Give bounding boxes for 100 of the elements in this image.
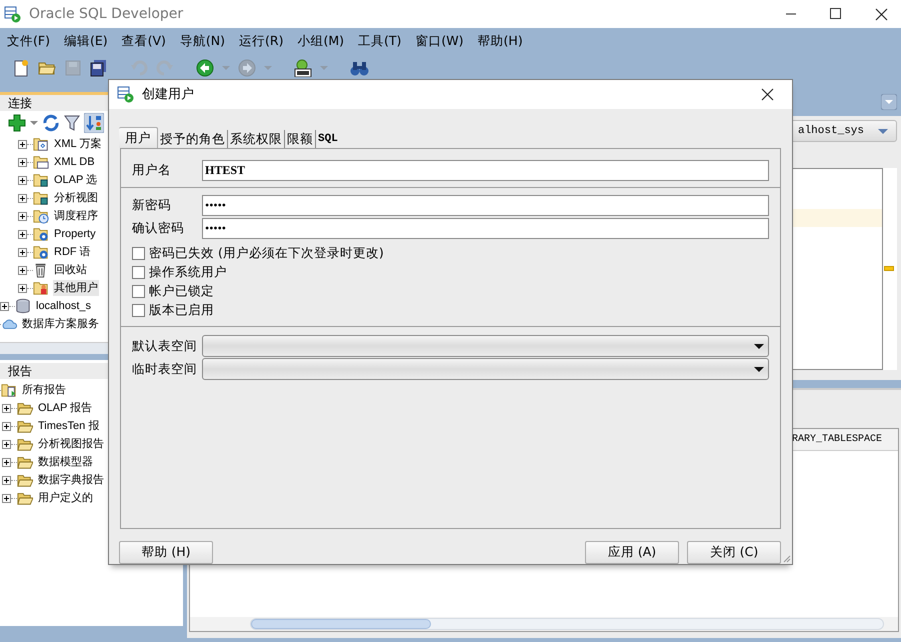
save-all-icon (90, 58, 108, 76)
tab[interactable]: SQL (315, 130, 340, 148)
menu-item[interactable]: 导航(N) (172, 32, 232, 51)
input-field[interactable]: HTEST (202, 160, 769, 180)
tree-item[interactable]: XML 万案 (53, 136, 102, 152)
caret-icon (754, 366, 764, 372)
tree-item[interactable]: 数据模型器 (37, 454, 94, 470)
tree-item[interactable]: localhost_s (35, 298, 92, 314)
dialog-button[interactable]: 关闭 (C) (687, 541, 781, 564)
menu-item[interactable]: 窗口(W) (408, 32, 471, 51)
add-icon[interactable] (8, 114, 26, 132)
expand-icon[interactable] (2, 440, 11, 448)
back-button[interactable] (194, 56, 216, 78)
caret-icon[interactable] (30, 121, 38, 125)
folder-icon (17, 418, 33, 434)
expand-icon[interactable] (18, 212, 27, 220)
menu-item[interactable]: 运行(R) (232, 32, 290, 51)
dropdown-field[interactable] (202, 335, 769, 357)
tree-item[interactable]: 数据字典报告 (37, 472, 105, 488)
tree-item[interactable]: OLAP 报告 (37, 400, 94, 416)
caret-icon (264, 66, 272, 70)
tree-item[interactable]: 数据库方案服务 (21, 316, 100, 332)
dropdown-field[interactable] (202, 358, 769, 380)
back-icon (196, 58, 214, 76)
tree-item[interactable]: TimesTen 报 (37, 418, 100, 434)
expand-icon[interactable] (18, 140, 27, 148)
expand-icon[interactable] (2, 404, 11, 412)
expand-icon[interactable] (2, 458, 11, 466)
folder-icon (33, 154, 49, 170)
folder-icon (33, 244, 49, 260)
tab[interactable]: 用户 (119, 127, 158, 148)
sql-worksheet-icon (293, 58, 313, 76)
schema-browser-icon[interactable] (84, 113, 104, 133)
password-field[interactable]: ••••• (202, 194, 769, 216)
scrollbar-thumb[interactable] (251, 619, 431, 629)
folder-icon (33, 226, 49, 242)
menu-item[interactable]: 文件(F) (0, 32, 57, 51)
sql-worksheet-button[interactable] (292, 56, 314, 78)
caret-icon (878, 128, 888, 134)
checkbox[interactable] (132, 266, 145, 279)
tab-list-icon[interactable] (881, 94, 897, 110)
menu-item[interactable]: 编辑(E) (56, 32, 115, 51)
caret-icon (754, 344, 764, 348)
tree-item[interactable]: 分析视图报告 (37, 436, 105, 452)
folder-icon (33, 136, 49, 152)
checkbox[interactable] (132, 304, 145, 317)
expand-icon[interactable] (2, 494, 11, 502)
caret-icon (320, 66, 328, 70)
expand-icon[interactable] (18, 266, 27, 274)
folder-icon (33, 190, 49, 206)
close-icon (760, 87, 775, 102)
resize-grip-icon[interactable] (783, 555, 791, 563)
checkbox[interactable] (132, 285, 145, 298)
tree-item[interactable]: 其他用户 (53, 280, 99, 296)
checkbox-label[interactable]: 操作系统用户 (149, 263, 227, 282)
checkbox-label[interactable]: 版本已启用 (149, 301, 214, 320)
expand-icon[interactable] (18, 230, 27, 238)
tree-item[interactable]: RDF 语 (53, 244, 92, 260)
password-field[interactable]: ••••• (202, 218, 769, 238)
expand-icon[interactable] (18, 284, 27, 292)
folder-icon (17, 400, 33, 416)
tree-item[interactable]: Property (53, 226, 97, 242)
menu-item[interactable]: 小组(M) (290, 32, 352, 51)
filter-icon[interactable] (64, 114, 80, 132)
tab[interactable]: 限额 (284, 130, 315, 148)
checkbox[interactable] (132, 247, 145, 260)
app-logo-icon (4, 6, 21, 22)
tree-item[interactable]: 调度程序 (53, 208, 99, 224)
field-label: 新密码 (132, 196, 172, 214)
checkbox-label[interactable]: 密码已失效 (用户必须在下次登录时更改) (149, 244, 384, 263)
menu-item[interactable]: 帮助(H) (470, 32, 530, 51)
dialog-button[interactable]: 帮助 (H) (119, 541, 213, 564)
expand-icon[interactable] (2, 422, 11, 430)
tree-item[interactable]: XML DB (53, 154, 96, 170)
save-icon (64, 58, 82, 76)
folder-icon (17, 472, 33, 488)
tree-item[interactable]: 分析视图 (53, 190, 99, 206)
expand-icon[interactable] (18, 248, 27, 256)
refresh-icon[interactable] (42, 114, 60, 132)
folder-icon (33, 172, 49, 188)
tab[interactable]: 授予的角色 (158, 130, 227, 148)
tree-item[interactable]: OLAP 选 (53, 172, 98, 188)
close-icon[interactable] (874, 6, 889, 22)
expand-icon[interactable] (0, 302, 9, 310)
expand-icon[interactable] (2, 476, 11, 484)
tree-item[interactable]: 所有报告 (21, 382, 67, 398)
tree-item[interactable]: 回收站 (53, 262, 88, 278)
tab[interactable]: 系统权限 (227, 130, 284, 148)
dialog-button[interactable]: 应用 (A) (585, 541, 679, 564)
maximize-icon[interactable] (829, 6, 842, 22)
expand-icon[interactable] (18, 194, 27, 202)
folder-icon (17, 454, 33, 470)
checkbox-label[interactable]: 帐户已锁定 (149, 282, 214, 301)
expand-icon[interactable] (18, 176, 27, 184)
menu-item[interactable]: 查看(V) (114, 32, 173, 51)
window-title: Oracle SQL Developer (29, 4, 184, 24)
database-icon (15, 298, 31, 314)
tree-item[interactable]: 用户定义的 (37, 490, 94, 506)
expand-icon[interactable] (18, 158, 27, 166)
menu-item[interactable]: 工具(T) (351, 32, 408, 51)
